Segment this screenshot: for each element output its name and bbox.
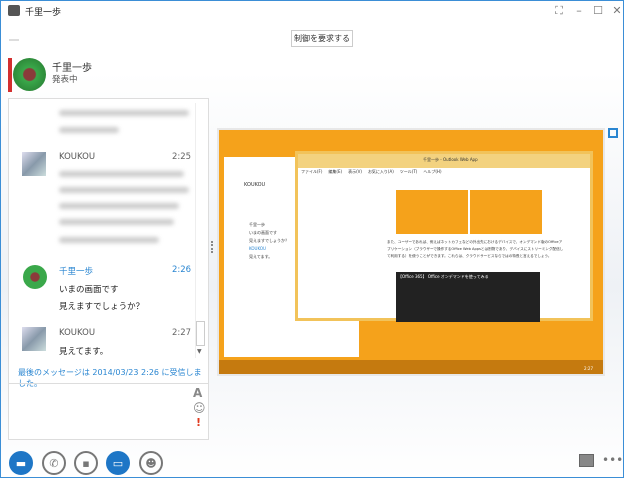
blurred-text (59, 127, 119, 133)
emoticon-icon[interactable]: ☺ (193, 401, 206, 415)
presenter-avatar[interactable] (13, 58, 46, 91)
close-button[interactable]: ✕ (610, 4, 624, 18)
scroll-down-arrow[interactable]: ▼ (197, 348, 202, 355)
sender-name: KOUKOU (59, 328, 96, 338)
blurred-text (59, 237, 159, 243)
message-input[interactable] (9, 384, 189, 439)
blurred-text (59, 110, 189, 116)
ie-window: 千里一歩 - Outlook Web App ファイル(F) 編集(E) 表示(… (295, 151, 593, 322)
avatar (23, 265, 47, 289)
presenter-name: 千里一歩 (52, 63, 92, 74)
presenting-indicator (8, 58, 12, 92)
sender-name: KOUKOU (59, 152, 96, 162)
message-time: 2:27 (172, 328, 192, 338)
minimize-button[interactable]: – (572, 4, 586, 18)
scrollbar-thumb[interactable] (196, 321, 205, 346)
video-button[interactable]: ▪ (74, 451, 98, 475)
lync-msg: 見えますでしょうか？ (249, 238, 290, 243)
signal-icon (9, 35, 19, 41)
window-title: 千里一歩 (25, 8, 62, 18)
lync-messages: 千里一歩 いまの画面です 見えますでしょうか？ KOUKOU 見えてます。 (249, 221, 289, 261)
message-time: 2:26 (172, 265, 192, 275)
scrollbar[interactable]: ▼ (195, 103, 205, 358)
message-time: 2:25 (172, 152, 192, 162)
ie-menu-item: 編集(E) (328, 169, 343, 174)
blurred-text (59, 219, 174, 225)
message-text: 見えてます。 (59, 347, 109, 357)
blurred-text (59, 171, 184, 177)
lync-msg: 千里一歩 (249, 222, 265, 227)
ie-menu-item: ツール(T) (399, 169, 418, 174)
taskbar (219, 360, 603, 374)
lync-msg: KOUKOU (249, 246, 266, 251)
shared-screen[interactable]: KOUKOU 千里一歩 いまの画面です 見えますでしょうか？ KOUKOU 見え… (217, 128, 605, 376)
more-options-button[interactable]: ••• (602, 453, 623, 467)
avatar (22, 327, 46, 351)
ie-menu-item: ファイル(F) (301, 169, 323, 174)
article-text: また、ユーザーであれば、例えばネットカフェなどの外出先におけるデバイスで、オンデ… (387, 240, 564, 258)
lync-contact: KOUKOU (244, 182, 266, 188)
message-text: いまの画面です (59, 285, 119, 295)
message-text: 見えますでしょうか？ (59, 302, 145, 312)
maximize-button[interactable]: ☐ (591, 4, 605, 18)
blurred-text (59, 187, 189, 193)
splitter-handle[interactable] (211, 241, 213, 253)
video-title: 【Office 365】 Office オンデマンドを使ってみる (396, 272, 540, 322)
ie-tab: 千里一歩 - Outlook Web App (423, 157, 478, 162)
request-control-button[interactable]: 制御を要求する (291, 30, 353, 47)
lync-msg: 見えてます。 (249, 254, 273, 259)
blurred-text (59, 203, 179, 209)
app-icon (8, 5, 20, 16)
priority-icon[interactable]: ! (196, 416, 201, 429)
conversation-panel: KOUKOU 2:25 千里一歩 2:26 いまの画面です 見えますでしょうか？… (8, 98, 209, 440)
ie-menu-item: お気に入り(A) (367, 169, 394, 174)
ie-menu-item: 表示(V) (348, 169, 362, 174)
present-button[interactable]: ▭ (106, 451, 130, 475)
avatar (22, 152, 46, 176)
fullscreen-icon[interactable]: ⛶ (552, 4, 566, 18)
im-button[interactable]: ▬ (9, 451, 33, 475)
lync-msg: いまの画面です (249, 230, 277, 235)
ie-menu: ファイル(F) 編集(E) 表示(V) お気に入り(A) ツール(T) ヘルプ(… (301, 169, 442, 175)
ie-menu-item: ヘルプ(H) (423, 169, 442, 174)
phone-button[interactable]: ✆ (42, 451, 66, 475)
presenter-status: 発表中 (52, 75, 78, 85)
font-icon[interactable]: A (193, 386, 202, 400)
fit-screen-icon[interactable] (608, 128, 618, 138)
conversation-layout-icon[interactable] (579, 454, 594, 467)
sender-name: 千里一歩 (59, 267, 94, 277)
taskbar-clock: 2:27 (584, 366, 593, 371)
participants-button[interactable]: ☻ (139, 451, 163, 475)
